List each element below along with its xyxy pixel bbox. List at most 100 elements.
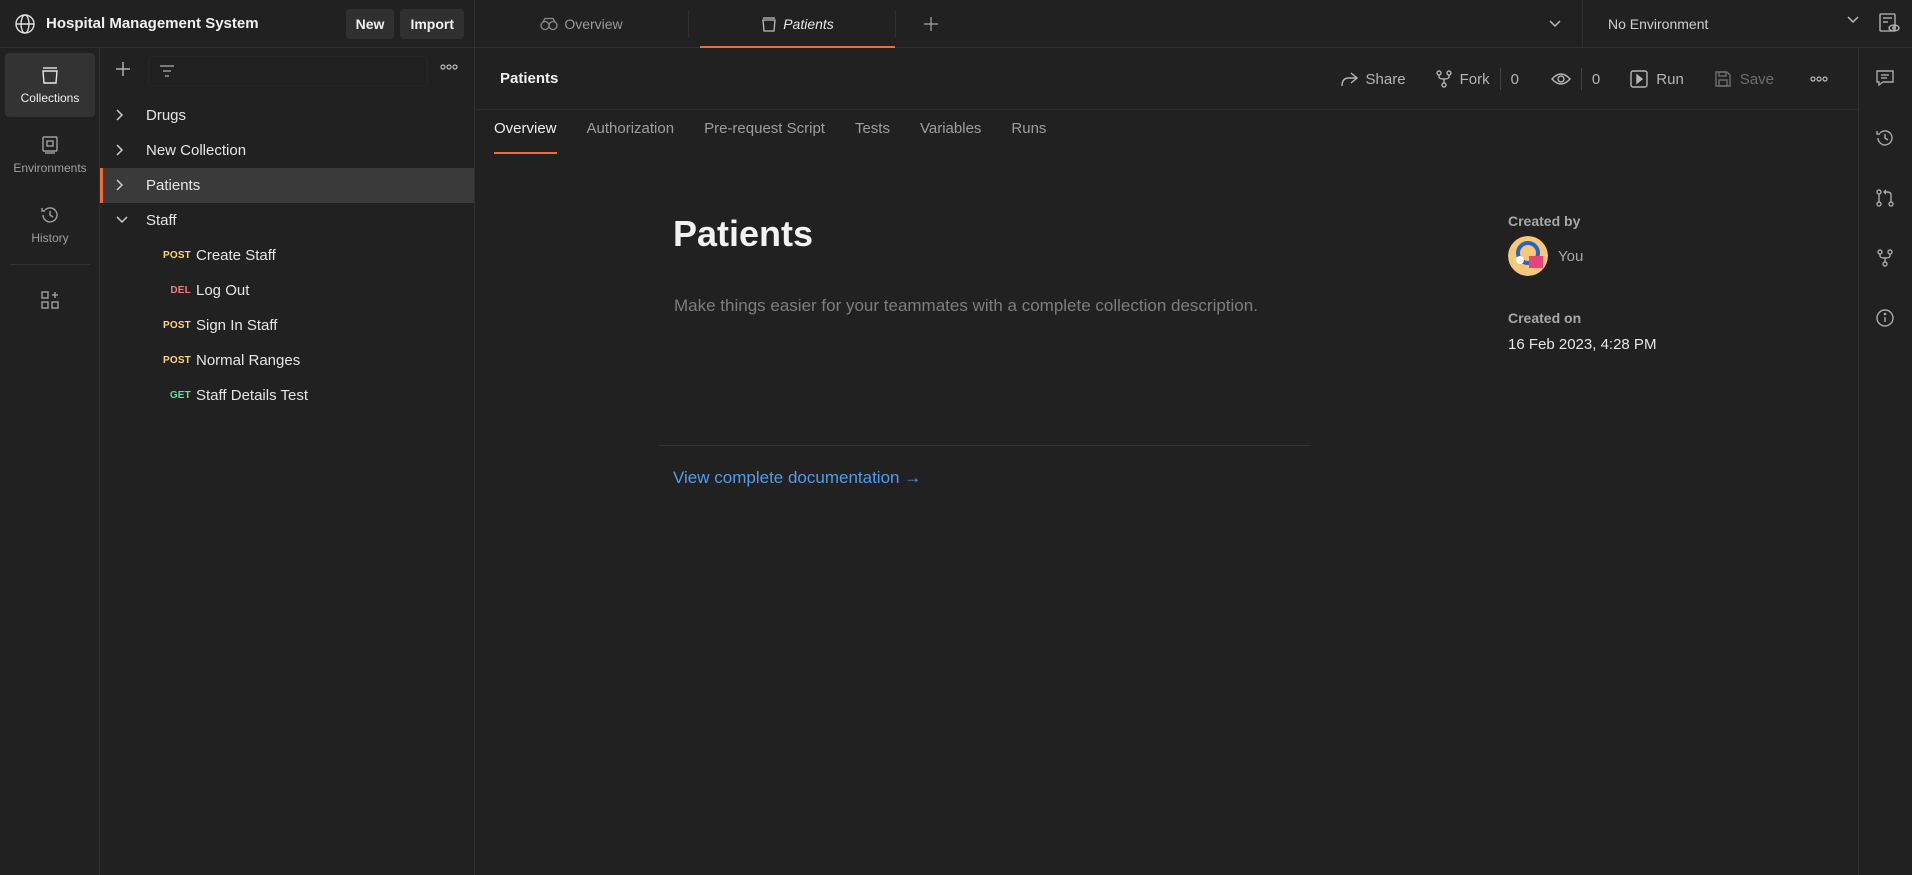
collection-item-patients[interactable]: Patients — [100, 168, 474, 203]
header-actions: Share Fork 0 0 Run Save — [1340, 64, 1828, 94]
overview-icon — [540, 17, 558, 31]
sidebar-item-collections[interactable]: Collections — [5, 53, 95, 117]
workspace-name[interactable]: Hospital Management System — [46, 15, 259, 32]
created-by-name: You — [1558, 247, 1584, 265]
chevron-right-icon[interactable] — [116, 109, 124, 121]
filter-icon[interactable] — [159, 65, 175, 77]
chevron-right-icon[interactable] — [116, 179, 124, 191]
save-icon — [1714, 70, 1732, 88]
import-button[interactable]: Import — [400, 8, 464, 39]
right-sidebar — [1858, 48, 1912, 875]
environments-icon — [40, 135, 60, 155]
rail-divider — [10, 264, 90, 265]
request-item[interactable]: POST Sign In Staff — [100, 308, 474, 343]
method-badge: POST — [162, 355, 191, 366]
tab-pre-request-script[interactable]: Pre-request Script — [704, 120, 825, 154]
request-name: Sign In Staff — [196, 317, 278, 334]
collection-header: Patients Share Fork 0 0 Run Save — [476, 48, 1858, 110]
more-options-icon[interactable] — [440, 64, 458, 70]
fork-icon — [1435, 70, 1452, 88]
request-name: Create Staff — [196, 247, 276, 264]
chevron-down-icon — [1549, 20, 1561, 28]
pull-request-icon[interactable] — [1875, 188, 1897, 210]
fork-label: Fork — [1459, 70, 1490, 88]
share-label: Share — [1365, 70, 1406, 88]
created-by-label: Created by — [1508, 213, 1581, 229]
watch-button[interactable] — [1550, 72, 1571, 86]
tab-tests[interactable]: Tests — [855, 120, 890, 154]
tab-label: Patients — [783, 15, 834, 32]
request-item[interactable]: DEL Log Out — [100, 273, 474, 308]
collections-toolbar — [100, 56, 475, 86]
new-button[interactable]: New — [345, 8, 395, 39]
method-badge: POST — [162, 250, 191, 261]
info-icon[interactable] — [1875, 308, 1897, 330]
fork-count[interactable]: 0 — [1499, 68, 1529, 90]
collection-item-staff[interactable]: Staff — [100, 203, 474, 238]
tab-overview[interactable]: Overview — [494, 120, 557, 154]
collection-name: New Collection — [146, 142, 247, 159]
collection-title[interactable]: Patients — [500, 70, 558, 87]
collection-name: Drugs — [146, 107, 187, 124]
tab-bar: Overview Patients — [475, 0, 966, 48]
collection-name: Patients — [146, 177, 201, 194]
comments-icon[interactable] — [1875, 68, 1897, 90]
new-tab-button[interactable] — [896, 0, 966, 48]
sidebar-item-label: History — [31, 231, 69, 245]
watch-count[interactable]: 0 — [1580, 68, 1610, 90]
collection-item-drugs[interactable]: Drugs — [100, 98, 474, 133]
request-item[interactable]: POST Normal Ranges — [100, 343, 474, 378]
top-bar: Hospital Management System New Import Ov… — [0, 0, 1912, 48]
chevron-down-icon[interactable] — [116, 216, 128, 224]
tab-overview[interactable]: Overview — [475, 0, 688, 48]
more-options-icon[interactable] — [1810, 76, 1828, 82]
configure-sidebar-button[interactable] — [5, 270, 95, 330]
tab-patients[interactable]: Patients — [700, 0, 895, 48]
avatar[interactable] — [1508, 236, 1548, 276]
run-icon — [1630, 70, 1648, 88]
collections-icon — [40, 65, 60, 85]
method-badge: DEL — [170, 285, 191, 296]
save-label: Save — [1739, 70, 1774, 88]
fork-button[interactable]: Fork — [1435, 70, 1490, 88]
description-field[interactable]: Make things easier for your teammates wi… — [674, 296, 1258, 316]
search-input[interactable] — [187, 63, 417, 79]
tabs-dropdown-button[interactable] — [1540, 0, 1570, 48]
globe-icon — [14, 13, 36, 35]
chevron-right-icon[interactable] — [116, 144, 124, 156]
apps-add-icon — [40, 290, 60, 310]
created-on-date: 16 Feb 2023, 4:28 PM — [1508, 336, 1657, 353]
fork-icon[interactable] — [1875, 248, 1897, 270]
share-button[interactable]: Share — [1340, 71, 1406, 88]
history-icon — [40, 205, 60, 225]
overview-title[interactable]: Patients — [673, 213, 813, 255]
request-name: Normal Ranges — [196, 352, 301, 369]
request-item[interactable]: GET Staff Details Test — [100, 378, 474, 413]
tab-runs[interactable]: Runs — [1011, 120, 1046, 154]
tab-variables[interactable]: Variables — [920, 120, 981, 154]
collection-tabs: Overview Authorization Pre-request Scrip… — [494, 120, 1046, 154]
create-collection-icon[interactable] — [115, 61, 131, 77]
tab-divider — [688, 9, 689, 38]
created-by: You — [1508, 236, 1583, 276]
created-on-label: Created on — [1508, 310, 1582, 326]
collection-icon — [761, 16, 777, 32]
tab-authorization[interactable]: Authorization — [587, 120, 675, 154]
history-icon[interactable] — [1875, 128, 1897, 150]
environment-quick-look-icon[interactable] — [1878, 12, 1902, 36]
run-button[interactable]: Run — [1630, 70, 1684, 88]
environment-selector[interactable]: No Environment — [1582, 0, 1875, 48]
share-icon — [1340, 71, 1358, 87]
divider — [659, 445, 1311, 446]
collections-panel: Drugs New Collection Patients Staff POST… — [100, 48, 475, 875]
sidebar-item-environments[interactable]: Environments — [5, 123, 95, 187]
view-documentation-link[interactable]: View complete documentation → — [673, 468, 921, 488]
request-name: Log Out — [196, 282, 250, 299]
sidebar-item-history[interactable]: History — [5, 193, 95, 257]
request-item[interactable]: POST Create Staff — [100, 238, 474, 273]
tab-label: Overview — [564, 15, 623, 32]
eye-icon — [1550, 72, 1571, 86]
save-button[interactable]: Save — [1714, 70, 1774, 88]
collection-item-new-collection[interactable]: New Collection — [100, 133, 474, 168]
workspace-header: Hospital Management System New Import — [0, 0, 475, 48]
